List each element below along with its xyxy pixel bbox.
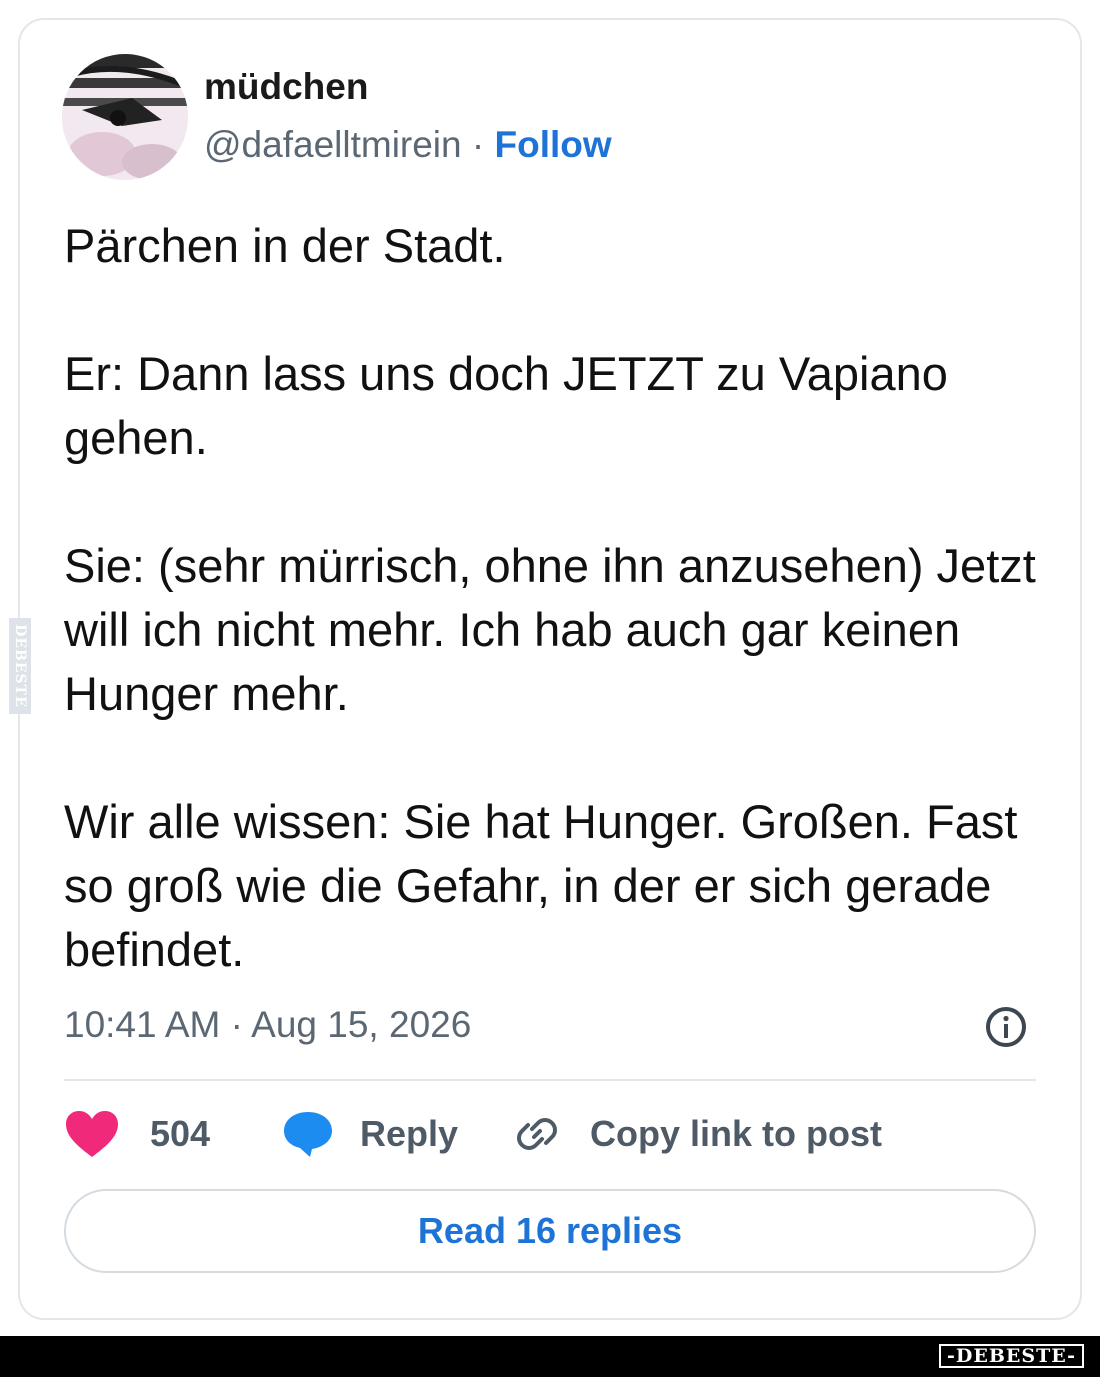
speech-bubble-icon <box>284 1112 332 1157</box>
read-replies-button[interactable]: Read 16 replies <box>64 1189 1036 1273</box>
divider <box>64 1079 1036 1081</box>
tweet-paragraph: Wir alle wissen: Sie hat Hunger. Großen.… <box>64 795 1018 976</box>
handle-row: @dafaelltmirein · Follow <box>204 124 612 166</box>
reply-button[interactable]: Reply <box>282 1106 458 1162</box>
copy-link-button[interactable]: Copy link to post <box>512 1106 882 1162</box>
tweet-paragraph: Pärchen in der Stadt. <box>64 219 506 272</box>
copy-link-label: Copy link to post <box>590 1113 882 1154</box>
side-watermark-text: DEBESTE <box>12 624 29 708</box>
reply-label: Reply <box>360 1113 459 1154</box>
author-name[interactable]: müdchen <box>204 66 368 108</box>
action-bar: 504 Reply Copy link to post <box>64 1106 1036 1162</box>
tweet-paragraph: Er: Dann lass uns doch JETZT zu Vapiano … <box>64 347 948 464</box>
tweet-paragraph: Sie: (sehr mürrisch, ohne ihn anzusehen)… <box>64 539 1036 720</box>
link-icon <box>517 1118 557 1150</box>
author-handle[interactable]: @dafaelltmirein <box>204 124 462 165</box>
info-icon[interactable] <box>984 1005 1028 1049</box>
heart-icon <box>66 1111 118 1157</box>
avatar[interactable] <box>62 54 188 180</box>
side-watermark: DEBESTE <box>9 618 31 714</box>
follow-button[interactable]: Follow <box>495 124 612 165</box>
footer-bar: -DEBESTE- <box>0 1336 1100 1377</box>
timestamp[interactable]: 10:41 AM · Aug 15, 2026 <box>64 1004 471 1046</box>
handle-separator: · <box>461 124 495 165</box>
like-count: 504 <box>150 1113 211 1154</box>
watermark-logo: -DEBESTE- <box>939 1344 1084 1368</box>
tweet-body: Pärchen in der Stadt. Er: Dann lass uns … <box>64 214 1064 982</box>
like-button[interactable]: 504 <box>64 1106 210 1162</box>
